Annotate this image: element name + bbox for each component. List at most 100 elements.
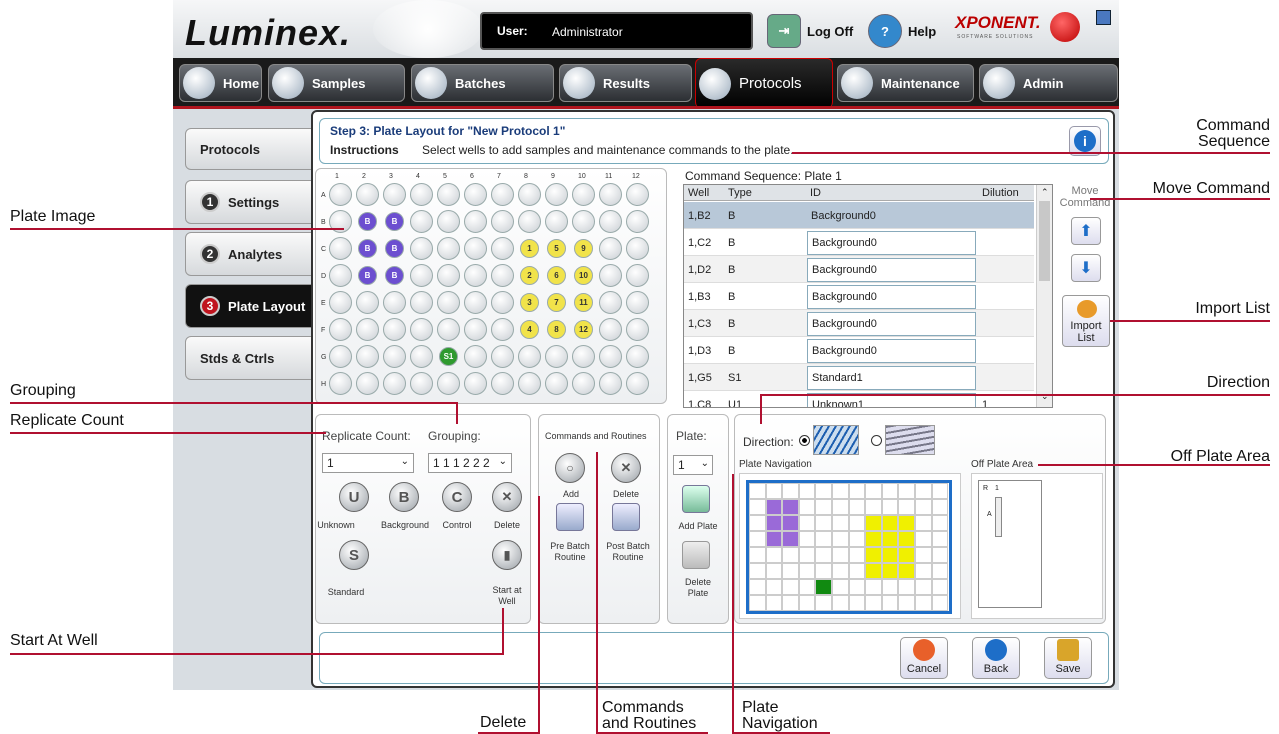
well-C8[interactable]: 1 [520, 239, 539, 258]
well-F4[interactable] [410, 318, 433, 341]
well-F2[interactable] [356, 318, 379, 341]
well-E12[interactable] [626, 291, 649, 314]
add-command-button[interactable]: ○ [555, 453, 585, 483]
well-F6[interactable] [464, 318, 487, 341]
well-G2[interactable] [356, 345, 379, 368]
well-H4[interactable] [410, 372, 433, 395]
minimize-icon[interactable] [1096, 10, 1111, 25]
well-B7[interactable] [491, 210, 514, 233]
well-H6[interactable] [464, 372, 487, 395]
tab-admin[interactable]: Admin [979, 64, 1118, 102]
well-D5[interactable] [437, 264, 460, 287]
well-D10[interactable]: 10 [574, 266, 593, 285]
sidebar-item-plate-layout[interactable]: 3 Plate Layout [185, 284, 315, 328]
well-C6[interactable] [464, 237, 487, 260]
well-A5[interactable] [437, 183, 460, 206]
well-H12[interactable] [626, 372, 649, 395]
well-E8[interactable]: 3 [520, 293, 539, 312]
well-G12[interactable] [626, 345, 649, 368]
well-D6[interactable] [464, 264, 487, 287]
well-F9[interactable]: 8 [547, 320, 566, 339]
well-C5[interactable] [437, 237, 460, 260]
well-G7[interactable] [491, 345, 514, 368]
well-E2[interactable] [356, 291, 379, 314]
well-H3[interactable] [383, 372, 406, 395]
well-C11[interactable] [599, 237, 622, 260]
table-row[interactable]: 1,B2 B Background0 [684, 202, 1034, 229]
tab-batches[interactable]: Batches [411, 64, 554, 102]
plate-navigation-grid[interactable] [746, 480, 952, 614]
sidebar-item-analytes[interactable]: 2 Analytes [185, 232, 315, 276]
well-G6[interactable] [464, 345, 487, 368]
well-E5[interactable] [437, 291, 460, 314]
scroll-down-icon[interactable]: ⌄ [1041, 391, 1049, 402]
well-F12[interactable] [626, 318, 649, 341]
control-button[interactable]: C [442, 482, 472, 512]
delete-button[interactable]: ✕ [492, 482, 522, 512]
sidebar-protocols[interactable]: Protocols [185, 128, 315, 170]
well-G3[interactable] [383, 345, 406, 368]
background-button[interactable]: B [389, 482, 419, 512]
well-A1[interactable] [329, 183, 352, 206]
well-E4[interactable] [410, 291, 433, 314]
sidebar-item-stds[interactable]: Stds & Ctrls [185, 336, 315, 380]
back-button[interactable]: Back [972, 637, 1020, 679]
well-H1[interactable] [329, 372, 352, 395]
direction-radio-vertical[interactable] [799, 435, 810, 446]
well-B12[interactable] [626, 210, 649, 233]
well-A11[interactable] [599, 183, 622, 206]
well-C12[interactable] [626, 237, 649, 260]
grouping-select[interactable]: 1 1 1 2 2 2 ⌄ [428, 453, 512, 473]
well-A3[interactable] [383, 183, 406, 206]
well-B2[interactable]: B [358, 212, 377, 231]
standard-button[interactable]: S [339, 540, 369, 570]
well-H10[interactable] [572, 372, 595, 395]
well-B10[interactable] [572, 210, 595, 233]
move-up-button[interactable]: ⬆ [1071, 217, 1101, 245]
pre-batch-button[interactable] [556, 503, 584, 531]
sidebar-item-settings[interactable]: 1 Settings [185, 180, 315, 224]
add-plate-button[interactable] [682, 485, 710, 513]
well-D8[interactable]: 2 [520, 266, 539, 285]
unknown-button[interactable]: U [339, 482, 369, 512]
well-E7[interactable] [491, 291, 514, 314]
well-H11[interactable] [599, 372, 622, 395]
save-button[interactable]: Save [1044, 637, 1092, 679]
well-D11[interactable] [599, 264, 622, 287]
well-E6[interactable] [464, 291, 487, 314]
well-D9[interactable]: 6 [547, 266, 566, 285]
post-batch-button[interactable] [612, 503, 640, 531]
well-E9[interactable]: 7 [547, 293, 566, 312]
delete-command-button[interactable]: ✕ [611, 453, 641, 483]
table-row[interactable]: 1,B3 B Background0 [684, 283, 1034, 310]
well-E1[interactable] [329, 291, 352, 314]
delete-plate-button[interactable] [682, 541, 710, 569]
table-row[interactable]: 1,C3 B Background0 [684, 310, 1034, 337]
scroll-thumb[interactable] [1039, 201, 1050, 281]
well-F3[interactable] [383, 318, 406, 341]
well-F7[interactable] [491, 318, 514, 341]
well-G1[interactable] [329, 345, 352, 368]
well-C1[interactable] [329, 237, 352, 260]
vertical-direction-icon[interactable] [813, 425, 859, 455]
cell-id-input[interactable]: Background0 [807, 312, 976, 336]
well-H8[interactable] [518, 372, 541, 395]
well-B8[interactable] [518, 210, 541, 233]
table-row[interactable]: 1,D2 B Background0 [684, 256, 1034, 283]
off-plate-slot[interactable] [995, 497, 1002, 537]
well-D1[interactable] [329, 264, 352, 287]
well-A9[interactable] [545, 183, 568, 206]
well-A6[interactable] [464, 183, 487, 206]
well-D3[interactable]: B [385, 266, 404, 285]
well-H5[interactable] [437, 372, 460, 395]
logoff-button[interactable]: ⇥ Log Off [767, 14, 853, 48]
well-F5[interactable] [437, 318, 460, 341]
well-C4[interactable] [410, 237, 433, 260]
cell-id-input[interactable]: Background0 [807, 339, 976, 363]
table-row[interactable]: 1,C2 B Background0 [684, 229, 1034, 256]
tab-samples[interactable]: Samples [268, 64, 405, 102]
well-B9[interactable] [545, 210, 568, 233]
well-G11[interactable] [599, 345, 622, 368]
help-button[interactable]: ? Help [868, 14, 936, 48]
well-B6[interactable] [464, 210, 487, 233]
